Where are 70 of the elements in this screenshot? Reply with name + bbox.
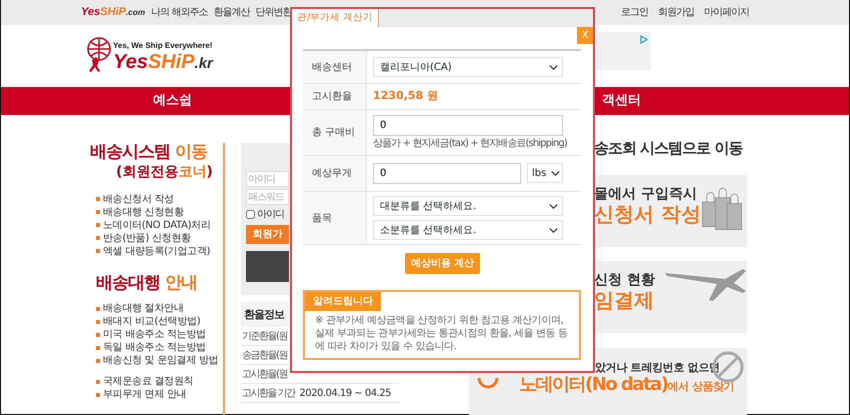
image-placeholder	[246, 251, 289, 282]
menu-link[interactable]: 배송대행 신청현황	[103, 204, 184, 220]
nav-link[interactable]: 회원가입	[658, 5, 694, 20]
menu-link[interactable]: 미국 배송주소 적는방법	[103, 327, 206, 342]
menu-link[interactable]: 배송신청서 작성	[103, 192, 174, 207]
menu-link[interactable]: 독일 배송주소 적는방법	[103, 340, 206, 356]
form-label: 예상무게	[303, 156, 367, 191]
form-label: 품목	[303, 192, 367, 244]
form-label: 고시환율	[303, 84, 367, 109]
section-title: 배송시스템 이동	[90, 143, 207, 162]
bullet-icon	[96, 332, 100, 337]
weight-field[interactable]: 0	[373, 163, 521, 184]
bullet-icon	[96, 320, 100, 324]
form-label: 총 구매비	[303, 110, 367, 155]
nav-link[interactable]: 로그인	[621, 5, 648, 20]
bullet-icon	[96, 210, 100, 214]
table-header: 환율정보	[244, 307, 284, 323]
table-cell-text: 기준환율(원	[242, 330, 287, 344]
menu-link[interactable]: 노데이터(NO DATA)처리	[103, 218, 211, 233]
checkbox-label: 아이디	[257, 208, 284, 222]
nav-link[interactable]: 환율계산	[213, 5, 250, 20]
logo-tagline: Yes, We Ship Everywhere!	[113, 40, 213, 52]
select-field[interactable]: 소분류를 선택하세요.	[373, 220, 563, 240]
nav-link[interactable]: 나의 해외주소	[151, 5, 208, 20]
circle-arc-icon	[477, 376, 499, 390]
form-label: 배송센터	[303, 51, 367, 83]
id-field[interactable]: 아이디	[246, 171, 289, 187]
banner-text: 노데이터(No data)에서 상품찾기	[519, 374, 734, 396]
menu-link[interactable]: 반송(반품) 신청현황	[103, 230, 191, 246]
banner-text: 신청 현황	[594, 270, 655, 289]
menu-link[interactable]: 엑셀 대량등록(기업고객)	[103, 244, 210, 259]
menu-link[interactable]: 부피무게 면제 안내	[103, 387, 186, 402]
banner-text: 신청서 작성	[594, 202, 701, 226]
logo-wordmark: YesSHiP.kr	[113, 52, 213, 72]
nav-link[interactable]: 마이페이지	[704, 5, 749, 20]
banner-text: 몰에서 구입즉시	[594, 184, 698, 203]
table-cell-text: 송금환율(원	[242, 348, 287, 362]
password-field[interactable]: 패스워드	[246, 189, 289, 205]
menu-item[interactable]: 예스쉽	[153, 91, 192, 111]
exchange-rate-value: 1230,58 원	[373, 89, 438, 102]
table-cell-text: 고시환율 기간	[242, 386, 295, 400]
remember-checkbox[interactable]	[246, 210, 255, 218]
table-cell-text: 2020.04.19 ~ 04.25	[299, 386, 392, 400]
menu-item[interactable]: 객센터	[602, 91, 641, 111]
ad-choices-icon	[640, 35, 648, 44]
section-subtitle: (회원전용코너)	[115, 162, 214, 182]
bullet-icon	[96, 223, 100, 228]
table-cell-text: 고시환율(원	[242, 368, 287, 382]
bullet-icon	[96, 380, 100, 384]
field-hint: 상품가 + 현지세금(tax) + 현지배송료(shipping)	[373, 138, 567, 150]
unit-select[interactable]: lbs	[527, 163, 563, 183]
brand-logo[interactable]: YesSHiP.com	[81, 4, 146, 21]
menu-link[interactable]: 배송대행 절차안내	[103, 301, 184, 316]
bullet-icon	[96, 236, 100, 240]
section-title: 배송대행 안내	[96, 274, 197, 292]
menu-link[interactable]: 배대지 비교(선택방법)	[103, 314, 200, 330]
amount-field[interactable]: 0	[373, 115, 563, 136]
select-field[interactable]: 대분류를 선택하세요.	[373, 196, 563, 216]
menu-link[interactable]: 배송신청 및 운임결제 방법	[103, 353, 218, 368]
section-title: 송조회 시스템으로 이동	[594, 138, 742, 159]
menu-link[interactable]: 국제운송료 결정원칙	[103, 374, 194, 390]
select-field[interactable]: 캘리포니아(CA)	[373, 57, 563, 77]
bullet-icon	[96, 346, 100, 350]
bullet-icon	[96, 197, 100, 202]
bullet-icon	[96, 249, 100, 254]
bullet-icon	[96, 392, 100, 397]
banner-text: 임결제	[594, 288, 655, 312]
bullet-icon	[96, 358, 100, 363]
bullet-icon	[96, 306, 100, 311]
notice-title: 알려드립니다	[305, 292, 381, 311]
